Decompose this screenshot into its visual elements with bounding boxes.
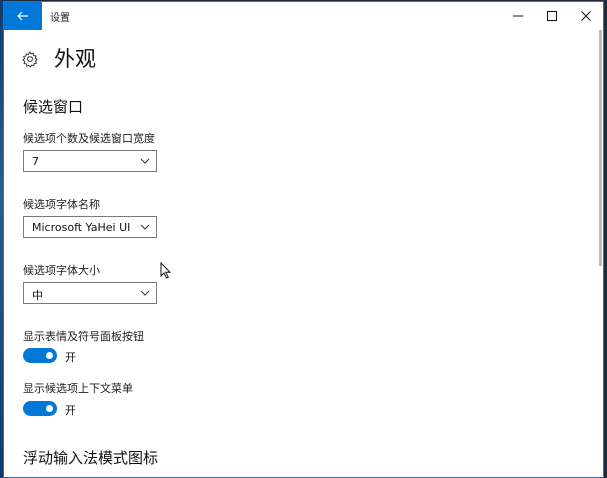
font-size-dropdown[interactable]: 中 (23, 282, 157, 304)
mouse-pointer-icon (160, 262, 172, 279)
dropdown-value: 7 (32, 155, 39, 168)
section-title-candidate-window: 候选窗口 (23, 98, 84, 116)
context-menu-state: 开 (65, 404, 76, 417)
page-title: 外观 (54, 47, 96, 71)
emoji-button-label: 显示表情及符号面板按钮 (23, 330, 144, 343)
emoji-button-state: 开 (65, 351, 76, 364)
back-button[interactable] (4, 2, 42, 30)
chevron-down-icon (140, 158, 150, 164)
count-width-dropdown[interactable]: 7 (23, 150, 157, 172)
scrollbar[interactable] (599, 30, 602, 266)
arrow-left-icon (17, 11, 28, 21)
maximize-icon (547, 11, 557, 21)
emoji-button-toggle[interactable] (23, 348, 57, 363)
chevron-down-icon (140, 224, 150, 230)
dropdown-value: 中 (32, 289, 43, 302)
chevron-down-icon (140, 290, 150, 296)
context-menu-toggle[interactable] (23, 401, 57, 416)
count-width-label: 候选项个数及候选窗口宽度 (23, 132, 155, 145)
toggle-knob (46, 405, 53, 412)
font-name-dropdown[interactable]: Microsoft YaHei UI (23, 216, 157, 238)
app-title: 设置 (50, 13, 70, 24)
minimize-icon (513, 15, 523, 17)
font-name-label: 候选项字体名称 (23, 198, 100, 211)
title-bar: 设置 (4, 2, 603, 30)
section-title-floating-mode-icon: 浮动输入法模式图标 (23, 449, 159, 467)
font-size-label: 候选项字体大小 (23, 264, 100, 277)
toggle-knob (46, 352, 53, 359)
context-menu-label: 显示候选项上下文菜单 (23, 382, 133, 395)
close-icon (581, 11, 591, 21)
gear-icon (22, 51, 38, 68)
maximize-button[interactable] (535, 2, 569, 30)
settings-window: 设置 外观 候选窗口 候选项个数及候选窗口宽度 7 候选项字体名称 Micros… (3, 1, 604, 478)
dropdown-value: Microsoft YaHei UI (32, 221, 131, 234)
close-button[interactable] (569, 2, 603, 30)
minimize-button[interactable] (501, 2, 535, 30)
